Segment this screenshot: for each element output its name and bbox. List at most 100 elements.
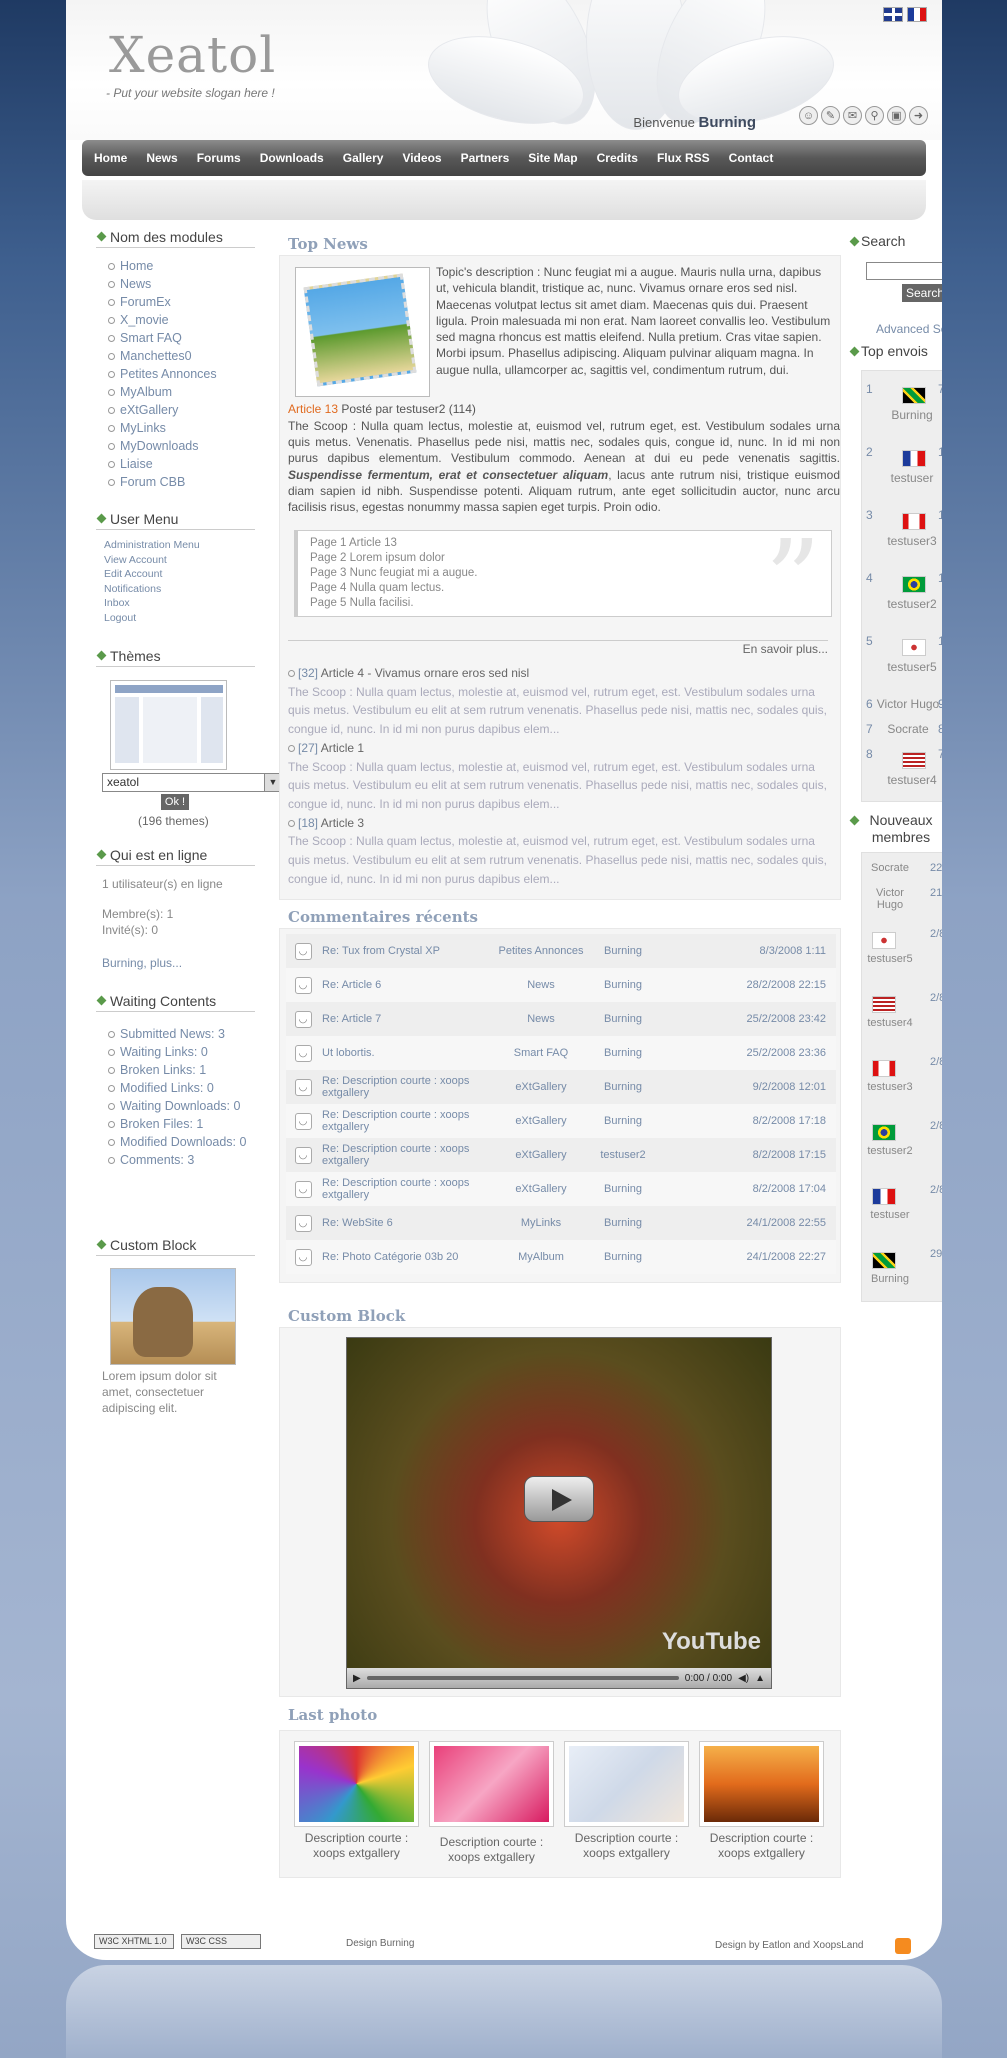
module-link[interactable]: MyAlbum bbox=[108, 383, 217, 401]
top-name[interactable]: testuser5 bbox=[872, 660, 942, 674]
top-name[interactable]: testuser3 bbox=[872, 534, 942, 548]
nav-item-home[interactable]: Home bbox=[94, 151, 127, 165]
admin-icon[interactable]: ▣ bbox=[887, 106, 906, 125]
gallery-photo[interactable] bbox=[429, 1741, 554, 1827]
nav-item-site-map[interactable]: Site Map bbox=[528, 151, 577, 165]
nav-item-gallery[interactable]: Gallery bbox=[343, 151, 384, 165]
comment-title[interactable]: Re: Article 7 bbox=[320, 1002, 492, 1036]
comment-author[interactable]: Burning bbox=[590, 968, 656, 1002]
member-name[interactable]: testuser3 bbox=[864, 1081, 916, 1093]
comment-author[interactable]: Burning bbox=[590, 1240, 656, 1274]
member-name[interactable]: Socrate bbox=[864, 862, 916, 874]
member-name[interactable]: testuser4 bbox=[864, 1017, 916, 1029]
nav-item-partners[interactable]: Partners bbox=[461, 151, 510, 165]
waiting-item[interactable]: Broken Links: 1 bbox=[108, 1061, 268, 1079]
comment-row[interactable]: ◡ Re: Description courte : xoops extgalle… bbox=[286, 1104, 836, 1138]
video-progress[interactable] bbox=[366, 1676, 679, 1680]
search-icon[interactable]: ⚲ bbox=[865, 106, 884, 125]
module-link[interactable]: ForumEx bbox=[108, 293, 217, 311]
volume-icon[interactable]: ◀) bbox=[738, 1673, 749, 1684]
css-badge[interactable]: W3C CSS bbox=[181, 1934, 261, 1949]
comment-author[interactable]: Burning bbox=[590, 1036, 656, 1070]
module-link[interactable]: Manchettes0 bbox=[108, 347, 217, 365]
waiting-item[interactable]: Broken Files: 1 bbox=[108, 1115, 268, 1133]
article-link[interactable]: Article 13 bbox=[288, 402, 338, 416]
module-link[interactable]: MyLinks bbox=[108, 419, 217, 437]
member-name[interactable]: testuser bbox=[864, 1209, 916, 1221]
comment-row[interactable]: ◡ Re: Description courte : xoops extgalle… bbox=[286, 1070, 836, 1104]
gallery-photo[interactable] bbox=[564, 1741, 689, 1827]
comment-title[interactable]: Re: Description courte : xoops extgaller… bbox=[320, 1070, 492, 1104]
comment-title[interactable]: Re: WebSite 6 bbox=[320, 1206, 492, 1240]
usermenu-link[interactable]: Edit Account bbox=[104, 567, 200, 582]
member-name[interactable]: Burning bbox=[864, 1273, 916, 1285]
top-name[interactable]: testuser2 bbox=[872, 597, 942, 611]
comment-row[interactable]: ◡ Re: Tux from Crystal XP Petites Annonces… bbox=[286, 934, 836, 968]
usermenu-link[interactable]: View Account bbox=[104, 553, 200, 568]
theme-ok-button[interactable]: Ok ! bbox=[161, 794, 189, 810]
comment-title[interactable]: Ut lobortis. bbox=[320, 1036, 492, 1070]
article-page-link[interactable]: Page 5 Nulla facilisi. bbox=[310, 596, 819, 611]
comment-row[interactable]: ◡ Re: Description courte : xoops extgalle… bbox=[286, 1138, 836, 1172]
comment-author[interactable]: Burning bbox=[590, 1002, 656, 1036]
play-small-icon[interactable]: ▶ bbox=[353, 1673, 361, 1684]
top-name[interactable]: Socrate bbox=[874, 722, 942, 736]
gallery-photo[interactable] bbox=[699, 1741, 824, 1827]
rss-icon[interactable] bbox=[895, 1938, 911, 1954]
play-icon[interactable] bbox=[524, 1476, 594, 1522]
comment-row[interactable]: ◡ Ut lobortis. Smart FAQ Burning 25/2/2008 2… bbox=[286, 1036, 836, 1070]
comment-author[interactable]: Burning bbox=[590, 1172, 656, 1206]
member-name[interactable]: Victor Hugo bbox=[864, 887, 916, 911]
news-item-title[interactable]: [18] Article 3 bbox=[288, 814, 828, 833]
comment-title[interactable]: Re: Description courte : xoops extgaller… bbox=[320, 1172, 492, 1206]
waiting-item[interactable]: Modified Downloads: 0 bbox=[108, 1133, 268, 1151]
module-link[interactable]: eXtGallery bbox=[108, 401, 217, 419]
site-logo[interactable]: Xeatol bbox=[109, 26, 276, 84]
module-link[interactable]: MyDownloads bbox=[108, 437, 217, 455]
profile-icon[interactable]: ☺ bbox=[799, 106, 818, 125]
comment-author[interactable]: Burning bbox=[590, 1104, 656, 1138]
nav-item-flux-rss[interactable]: Flux RSS bbox=[657, 151, 710, 165]
top-name[interactable]: Burning bbox=[872, 408, 942, 422]
comment-title[interactable]: Re: Description courte : xoops extgaller… bbox=[320, 1104, 492, 1138]
nav-item-contact[interactable]: Contact bbox=[729, 151, 774, 165]
member-name[interactable]: testuser5 bbox=[864, 953, 916, 965]
nav-item-videos[interactable]: Videos bbox=[402, 151, 441, 165]
gallery-photo[interactable] bbox=[294, 1741, 419, 1827]
comment-author[interactable]: Burning bbox=[590, 1070, 656, 1104]
comment-title[interactable]: Re: Description courte : xoops extgaller… bbox=[320, 1138, 492, 1172]
nav-item-credits[interactable]: Credits bbox=[597, 151, 638, 165]
edit-icon[interactable]: ✎ bbox=[821, 106, 840, 125]
article-page-link[interactable]: Page 4 Nulla quam lectus. bbox=[310, 581, 819, 596]
comment-title[interactable]: Re: Article 6 bbox=[320, 968, 492, 1002]
module-link[interactable]: Forum CBB bbox=[108, 473, 217, 491]
top-name[interactable]: Victor Hugo bbox=[874, 697, 942, 711]
messages-icon[interactable]: ✉ bbox=[843, 106, 862, 125]
online-more-link[interactable]: Burning, plus... bbox=[102, 955, 182, 971]
advanced-search-link[interactable]: Advanced Search bbox=[876, 322, 942, 336]
module-link[interactable]: X_movie bbox=[108, 311, 217, 329]
waiting-item[interactable]: Modified Links: 0 bbox=[108, 1079, 268, 1097]
news-item-title[interactable]: [32] Article 4 - Vivamus ornare eros sed… bbox=[288, 664, 828, 683]
logout-icon[interactable]: ➜ bbox=[909, 106, 928, 125]
module-link[interactable]: News bbox=[108, 275, 217, 293]
read-more-link[interactable]: En savoir plus... bbox=[288, 640, 828, 656]
comment-author[interactable]: testuser2 bbox=[590, 1138, 656, 1172]
article-page-link[interactable]: Page 1 Article 13 bbox=[310, 536, 819, 551]
news-item-title[interactable]: [27] Article 1 bbox=[288, 739, 828, 758]
module-link[interactable]: Petites Annonces bbox=[108, 365, 217, 383]
waiting-item[interactable]: Waiting Links: 0 bbox=[108, 1043, 268, 1061]
english-flag-icon[interactable] bbox=[883, 7, 903, 22]
comment-row[interactable]: ◡ Re: Article 6 News Burning 28/2/2008 22:15 bbox=[286, 968, 836, 1002]
nav-item-downloads[interactable]: Downloads bbox=[260, 151, 324, 165]
comment-row[interactable]: ◡ Re: Description courte : xoops extgalle… bbox=[286, 1172, 836, 1206]
usermenu-link[interactable]: Administration Menu bbox=[104, 538, 200, 553]
xhtml-badge[interactable]: W3C XHTML 1.0 bbox=[94, 1934, 174, 1949]
news-item-link[interactable]: Article 1 bbox=[321, 741, 364, 755]
top-name[interactable]: testuser bbox=[872, 471, 942, 485]
waiting-item[interactable]: Comments: 3 bbox=[108, 1151, 268, 1169]
search-input[interactable] bbox=[866, 262, 942, 280]
waiting-item[interactable]: Submitted News: 3 bbox=[108, 1025, 268, 1043]
waiting-item[interactable]: Waiting Downloads: 0 bbox=[108, 1097, 268, 1115]
article-page-link[interactable]: Page 2 Lorem ipsum dolor bbox=[310, 551, 819, 566]
